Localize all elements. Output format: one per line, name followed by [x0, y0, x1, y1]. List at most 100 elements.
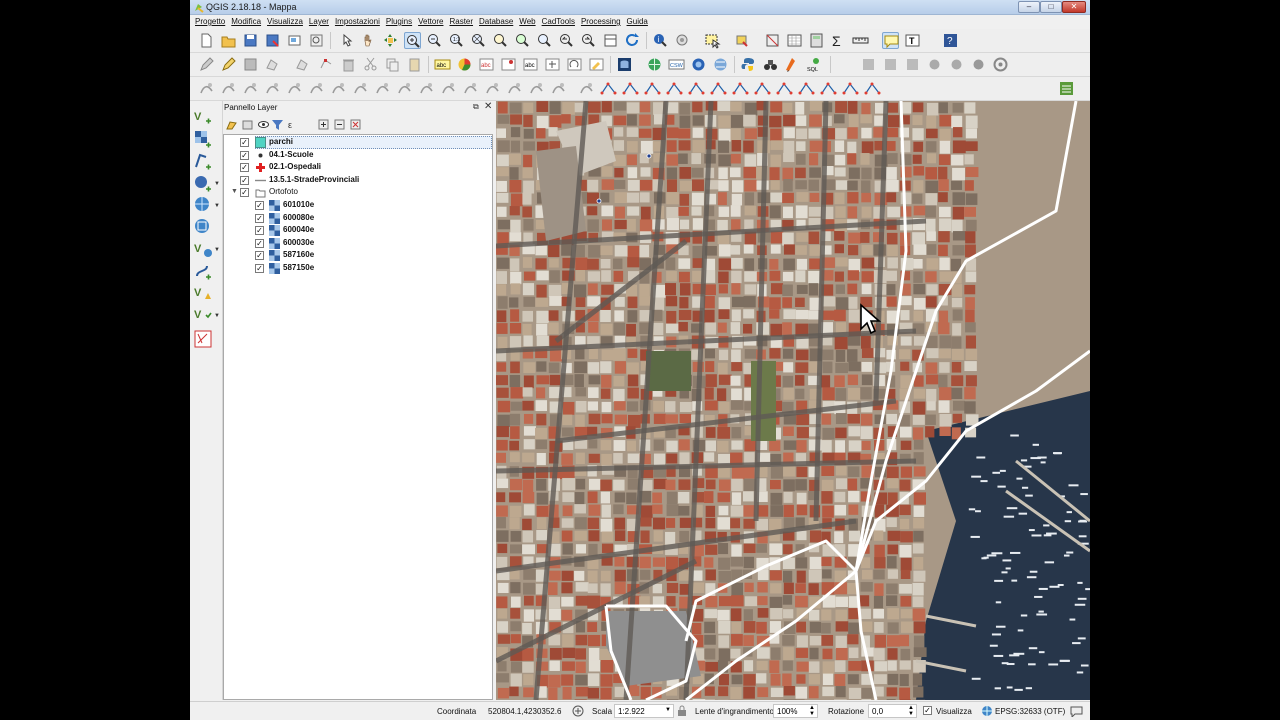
scale-combobox[interactable]: 1:2.922 ▼: [614, 704, 674, 718]
orthogonal-icon[interactable]: [600, 80, 617, 97]
fill-ring-icon[interactable]: [970, 56, 987, 73]
maximize-button[interactable]: □: [1040, 1, 1062, 13]
menu-cadtools[interactable]: CadTools: [541, 15, 580, 29]
crs-globe-icon[interactable]: [981, 705, 993, 717]
raster-layer-row[interactable]: ✓ 600030e: [224, 237, 492, 250]
map-canvas[interactable]: [496, 101, 1090, 700]
zoom-native-icon[interactable]: [536, 32, 553, 49]
arc-tool-icon[interactable]: [644, 80, 661, 97]
csw-icon[interactable]: CSW: [668, 56, 685, 73]
cut-features-icon[interactable]: [362, 56, 379, 73]
zoom-next-icon[interactable]: [580, 32, 597, 49]
diagram-options-icon[interactable]: [456, 56, 473, 73]
plugin-pencil-icon[interactable]: [784, 56, 801, 73]
add-postgis-layer-icon[interactable]: [193, 173, 213, 193]
georeferencer-icon[interactable]: [712, 56, 729, 73]
refresh-icon[interactable]: [624, 32, 641, 49]
wms-dropdown-chevron-icon[interactable]: ▼: [214, 203, 220, 209]
snap-options-icon[interactable]: [462, 80, 479, 97]
python-console-icon[interactable]: [740, 56, 757, 73]
layer-visibility-checkbox[interactable]: ✓: [255, 213, 264, 223]
group-expand-chevron-icon[interactable]: ▼: [231, 188, 238, 195]
advanced-digitizing-icon[interactable]: [860, 56, 877, 73]
new-vector-layer-icon[interactable]: V: [193, 305, 213, 325]
add-delimited-text-icon[interactable]: [193, 261, 213, 281]
split-parts-icon[interactable]: [264, 80, 281, 97]
merge-attributes-icon[interactable]: [308, 80, 325, 97]
field-calculator-icon[interactable]: [808, 32, 825, 49]
label-pin-tool-icon[interactable]: [864, 80, 881, 97]
qgis-plugin-icon[interactable]: [992, 56, 1009, 73]
zoom-to-layer-icon[interactable]: [514, 32, 531, 49]
raster-layer-row[interactable]: ✓ 587160e: [224, 250, 492, 262]
collapse-all-icon[interactable]: [333, 118, 346, 131]
buffer-tool-icon[interactable]: [842, 80, 859, 97]
delete-part-icon[interactable]: [732, 80, 749, 97]
open-project-icon[interactable]: [220, 32, 237, 49]
deselect-features-icon[interactable]: [764, 32, 781, 49]
node-trace-icon[interactable]: [440, 80, 457, 97]
split-features-icon[interactable]: [242, 80, 259, 97]
menu-impostazioni[interactable]: Impostazioni: [334, 15, 385, 29]
layer-labeling-icon[interactable]: abc: [478, 56, 495, 73]
layer-row[interactable]: ✓ parchi: [224, 136, 492, 149]
fillet-icon[interactable]: [550, 80, 567, 97]
spline-tool-icon[interactable]: [666, 80, 683, 97]
rotate-point-symbols-icon[interactable]: [330, 80, 347, 97]
vertex-editor-icon[interactable]: [418, 80, 435, 97]
merge-features-icon[interactable]: [286, 80, 303, 97]
layer-visibility-checkbox[interactable]: ✓: [240, 150, 249, 160]
sql-layer-icon[interactable]: SQL: [806, 56, 823, 73]
magnifier-spinbox[interactable]: 100% ▲ ▼: [773, 704, 818, 718]
statistical-summary-icon[interactable]: Σ: [830, 32, 847, 49]
select-by-value-icon[interactable]: [734, 32, 751, 49]
pin-labels-icon[interactable]: [500, 56, 517, 73]
menu-modifica[interactable]: Modifica: [230, 15, 266, 29]
new-map-view-icon[interactable]: [602, 32, 619, 49]
move-label-icon[interactable]: [544, 56, 561, 73]
metasearch-icon[interactable]: [690, 56, 707, 73]
float-panel-icon[interactable]: ⧉: [473, 102, 479, 112]
plugin-layers-icon[interactable]: [1058, 80, 1075, 97]
offset-curve-icon[interactable]: [198, 80, 215, 97]
layer-row[interactable]: ✓ 02.1-Ospedali: [224, 162, 492, 174]
attribute-table-icon[interactable]: [786, 32, 803, 49]
move-feature-icon[interactable]: [294, 56, 311, 73]
zoom-last-icon[interactable]: [558, 32, 575, 49]
layer-visibility-checkbox[interactable]: ✓: [255, 226, 264, 236]
wfs-dropdown-chevron-icon[interactable]: ▼: [214, 247, 220, 253]
layer-visibility-checkbox[interactable]: ✓: [240, 163, 249, 173]
raster-layer-row[interactable]: ✓ 600040e: [224, 225, 492, 237]
redo-icon[interactable]: [374, 80, 391, 97]
label-abc-icon[interactable]: abc: [434, 56, 451, 73]
run-feature-action-icon[interactable]: [674, 32, 691, 49]
ring-tool-icon[interactable]: [688, 80, 705, 97]
zoom-out-icon[interactable]: [426, 32, 443, 49]
measure-line-icon[interactable]: [852, 32, 869, 49]
intersect-icon[interactable]: [622, 80, 639, 97]
add-vector-layer-icon[interactable]: V: [193, 107, 213, 127]
trace-line-icon[interactable]: [484, 80, 501, 97]
trim-line-icon[interactable]: [528, 80, 545, 97]
add-virtual-layer-icon[interactable]: V: [193, 283, 213, 303]
polygon-tool-icon[interactable]: [798, 80, 815, 97]
undo-icon[interactable]: [352, 80, 369, 97]
extend-line-icon[interactable]: [506, 80, 523, 97]
copy-move-icon[interactable]: [710, 80, 727, 97]
map-tips-icon[interactable]: [882, 32, 899, 49]
add-wms-layer-icon[interactable]: [193, 195, 213, 215]
save-edits-icon[interactable]: [242, 56, 259, 73]
raster-layer-row[interactable]: ✓ 600080e: [224, 212, 492, 225]
composer-manager-icon[interactable]: [308, 32, 325, 49]
manage-visibility-icon[interactable]: [257, 118, 270, 131]
menu-processing[interactable]: Processing: [580, 15, 626, 29]
menu-vettore[interactable]: Vettore: [417, 15, 448, 29]
simplify-feature-icon[interactable]: [904, 56, 921, 73]
save-project-icon[interactable]: [242, 32, 259, 49]
remove-layer-icon[interactable]: [349, 118, 362, 131]
show-hide-labels-icon[interactable]: abc: [522, 56, 539, 73]
rotate-feature-icon[interactable]: [882, 56, 899, 73]
rectangle-tool-icon[interactable]: [776, 80, 793, 97]
menu-plugins[interactable]: Plugins: [385, 15, 417, 29]
menu-progetto[interactable]: Progetto: [194, 15, 230, 29]
